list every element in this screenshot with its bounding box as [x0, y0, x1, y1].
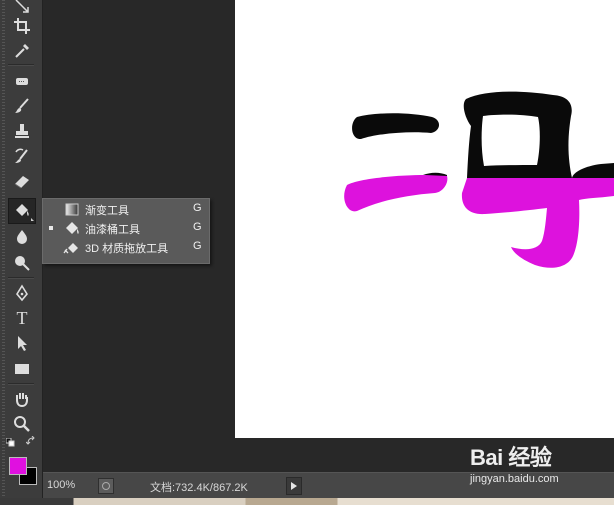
spot-healing-tool-button[interactable]: [9, 69, 35, 93]
stamp-icon: [15, 124, 29, 138]
menu-item-label: 渐变工具: [85, 205, 129, 217]
document-canvas[interactable]: [235, 0, 614, 438]
flyout-indicator: [31, 218, 34, 221]
rectangle-icon: [15, 364, 29, 374]
toolbar-separator: [8, 64, 34, 66]
zoom-level[interactable]: 100%: [47, 479, 75, 491]
menu-item-paint-bucket-tool[interactable]: 油漆桶工具 G: [43, 219, 209, 238]
history-brush-tool-button[interactable]: [9, 144, 35, 168]
zoom-icon: [14, 416, 30, 432]
dodge-icon: [15, 256, 30, 271]
menu-item-shortcut: G: [193, 240, 202, 252]
paint-bucket-icon: [16, 204, 29, 216]
selected-bullet-icon: [49, 226, 53, 230]
background-window-strip: [0, 498, 614, 505]
path-selection-tool-button[interactable]: [9, 331, 35, 355]
pen-icon: [16, 284, 28, 302]
status-menu-arrow-icon[interactable]: [286, 477, 302, 495]
dodge-tool-button[interactable]: [9, 251, 35, 275]
watermark-brand: Bai 经验: [470, 445, 552, 470]
bandage-icon: [16, 78, 28, 85]
type-tool-button[interactable]: T: [9, 306, 35, 330]
history-brush-icon: [15, 148, 28, 163]
menu-item-label: 3D 材质拖放工具: [85, 243, 169, 255]
pen-tool-button[interactable]: [9, 281, 35, 305]
paint-bucket-tool-button[interactable]: [8, 198, 36, 224]
blur-icon: [17, 230, 27, 244]
blur-tool-button[interactable]: [9, 225, 35, 249]
canvas-artwork: [344, 91, 614, 268]
arrow-icon: [18, 336, 27, 351]
gradient-icon: [65, 203, 79, 216]
watermark-url: jingyan.baidu.com: [470, 473, 559, 485]
move-icon: [15, 0, 29, 13]
menu-item-shortcut: G: [193, 202, 202, 214]
swap-colors-icon[interactable]: [25, 435, 36, 449]
clone-stamp-tool-button[interactable]: [9, 119, 35, 143]
default-colors-icon[interactable]: [5, 437, 15, 450]
foreground-color-swatch[interactable]: [9, 457, 27, 475]
hand-tool-button[interactable]: [9, 387, 35, 411]
proof-icon[interactable]: [98, 478, 114, 494]
menu-item-3d-material-drop-tool[interactable]: 3D 材质拖放工具 G: [43, 238, 209, 257]
material-drop-icon: [63, 243, 78, 254]
toolbar-separator: [8, 277, 34, 279]
toolbar-separator: [8, 383, 34, 385]
hand-icon: [16, 393, 28, 408]
rectangle-tool-button[interactable]: [9, 357, 35, 381]
eyedropper-tool-button[interactable]: [9, 39, 35, 63]
tools-panel: T: [0, 0, 43, 498]
baidu-jingyan-watermark: Bai 经验 jingyan.baidu.com: [470, 440, 614, 490]
zoom-tool-button[interactable]: [9, 412, 35, 436]
type-icon: T: [16, 307, 28, 328]
menu-item-label: 油漆桶工具: [85, 224, 140, 236]
panel-grip[interactable]: [2, 0, 5, 498]
document-size: 文档:732.4K/867.2K: [150, 482, 248, 494]
brush-tool-button[interactable]: [9, 94, 35, 118]
character-feng: [344, 91, 614, 268]
eraser-icon: [14, 176, 29, 189]
bucket-tools-flyout: 渐变工具 G 油漆桶工具 G 3D 材质拖放工具 G: [42, 198, 210, 264]
crop-icon: [14, 18, 30, 34]
crop-tool-button[interactable]: [9, 14, 35, 38]
menu-item-gradient-tool[interactable]: 渐变工具 G: [43, 200, 209, 219]
brush-icon: [15, 98, 29, 113]
eyedropper-icon: [15, 44, 29, 58]
paint-bucket-icon: [66, 222, 79, 234]
eraser-tool-button[interactable]: [9, 169, 35, 193]
menu-item-shortcut: G: [193, 221, 202, 233]
